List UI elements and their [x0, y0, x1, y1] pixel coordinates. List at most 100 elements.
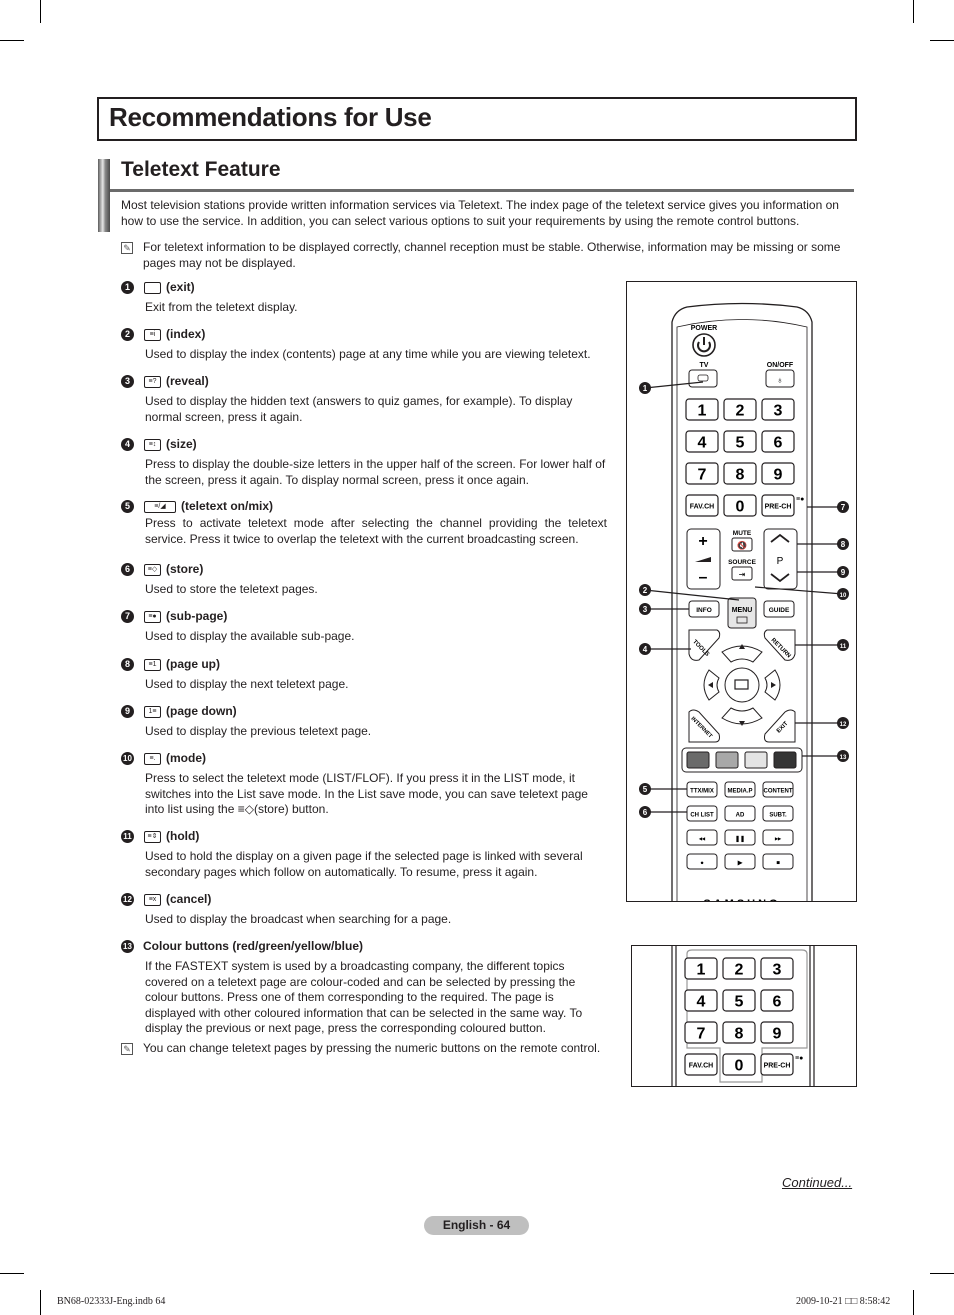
sub-page-icon: ≡●	[795, 1055, 803, 1062]
feature-label: (size)	[166, 437, 197, 451]
info-label: INFO	[696, 607, 712, 614]
digit-label: 1	[697, 962, 706, 979]
volume-up-icon: +	[698, 533, 707, 550]
feature-label: (page up)	[166, 657, 220, 671]
crop-mark	[913, 1290, 914, 1315]
media-p-label: MEDIA.P	[727, 789, 752, 795]
fav-ch-label: FAV.CH	[690, 504, 715, 511]
page-number-badge: English - 64	[424, 1216, 529, 1235]
brand-logo: SAMSUNG	[703, 898, 780, 901]
channel-p-label: P	[777, 556, 784, 567]
ch-list-label: CH LIST	[690, 813, 714, 819]
callout-number: 13	[840, 755, 847, 761]
feature-description: Press to activate teletext mode after se…	[145, 516, 607, 546]
imprint-file: BN68-02333J-Eng.indb 64	[57, 1296, 166, 1307]
number-keypad-detail: 1 2 3 4 5 6 7 8 9 FAV.CH 0 PRE-CH ≡●	[684, 957, 803, 1076]
continued-label: Continued...	[782, 1175, 853, 1190]
digit-label: 2	[735, 962, 744, 979]
mute-label: MUTE	[733, 530, 752, 537]
source-label: SOURCE	[728, 559, 756, 566]
feature-description: Used to hold the display on a given page…	[145, 849, 583, 879]
fast-forward-label: ▸▸	[774, 837, 782, 843]
digit-label: 1	[698, 403, 707, 420]
store-icon: ≡◇	[144, 563, 161, 576]
note-icon: ✎	[121, 1043, 133, 1055]
hold-icon: ≡⇕	[144, 830, 161, 843]
feature-label: Colour buttons (red/green/yellow/blue)	[143, 939, 364, 953]
callout-number: 9	[121, 705, 134, 718]
crop-mark	[930, 1273, 954, 1274]
digit-label: 3	[774, 403, 783, 420]
callout-number: 7	[121, 610, 134, 623]
digit-label: 9	[773, 1026, 782, 1043]
power-button[interactable]	[692, 333, 716, 357]
menu-label: MENU	[732, 607, 753, 614]
play-label: ▶	[737, 860, 743, 867]
digit-label: 4	[697, 994, 706, 1011]
callout-number: 3	[121, 375, 134, 388]
feature-description: Used to display the broadcast when searc…	[145, 912, 452, 926]
onoff-label: ON/OFF	[767, 362, 794, 369]
power-label: POWER	[691, 325, 717, 332]
feature-label: (mode)	[166, 751, 206, 765]
callout-number: 12	[121, 893, 134, 906]
stop-label: ■	[776, 861, 780, 867]
crop-mark	[40, 0, 41, 23]
feature-label: (page down)	[166, 704, 237, 718]
section-divider	[110, 189, 854, 192]
callout-number: 2	[643, 586, 648, 595]
feature-label: (store)	[166, 562, 204, 576]
callout-number: 8	[841, 540, 846, 549]
crop-mark	[913, 0, 914, 23]
teletext-mix-icon: ≡/◢	[144, 500, 176, 513]
sub-page-icon: ≡●	[144, 610, 161, 623]
colour-button-3[interactable]	[744, 751, 768, 769]
feature-label: (reveal)	[166, 374, 209, 388]
fav-ch-label: FAV.CH	[689, 1063, 714, 1070]
navigation-pad[interactable]	[703, 645, 781, 725]
feature-label: (hold)	[166, 829, 200, 843]
callout-line	[754, 586, 844, 595]
crop-mark	[40, 1290, 41, 1315]
note-icon: ✎	[121, 242, 133, 254]
digit-label: 6	[773, 994, 782, 1011]
tv-button[interactable]	[688, 369, 718, 388]
colour-button-4[interactable]	[773, 751, 797, 769]
feature-description: Used to display the previous teletext pa…	[145, 724, 372, 738]
digit-label: 4	[698, 435, 707, 452]
digit-label: 6	[774, 435, 783, 452]
page-down-icon: 1≡	[144, 705, 161, 718]
callout-number: 3	[643, 605, 648, 614]
feature-description: Used to display the index (contents) pag…	[145, 347, 591, 361]
cancel-icon: ≡x	[144, 893, 161, 906]
keypad-detail-figure: 1 2 3 4 5 6 7 8 9 FAV.CH 0 PRE-CH ≡●	[631, 945, 857, 1087]
page-up-icon: ≡1	[144, 658, 161, 671]
feature-label: (cancel)	[166, 892, 212, 906]
feature-description: Used to display the next teletext page.	[145, 677, 349, 691]
digit-label: 8	[736, 467, 745, 484]
page-title: Recommendations for Use	[109, 102, 432, 132]
enter-button	[724, 667, 760, 703]
digit-label: 2	[736, 403, 745, 420]
digit-label: 5	[735, 994, 744, 1011]
ttx-mix-label: TTX/MIX	[690, 789, 714, 795]
feature-description: Press to select the teletext mode (LIST/…	[145, 771, 588, 816]
colour-button-1[interactable]	[686, 751, 710, 769]
callout-number: 8	[121, 658, 134, 671]
function-buttons: TTX/MIX MEDIA.P CONTENT CH LIST AD SUBT. ◂◂ ❚❚ ▸…	[686, 781, 794, 870]
subt-label: SUBT.	[769, 813, 787, 819]
callout-number: 10	[121, 752, 134, 765]
record-label: ●	[700, 861, 704, 867]
imprint-timestamp: 2009-10-21 □□ 8:58:42	[796, 1296, 891, 1307]
remote-control-figure: POWER TV ON/OFF ♁ 1 2 3 4 5 6 7 8 9 FAV.CH 0 PRE-CH…	[626, 281, 857, 902]
digit-label: 7	[698, 467, 707, 484]
feature-description: If the FASTEXT system is used by a broad…	[145, 959, 583, 1035]
keypad-detail-illustration: 1 2 3 4 5 6 7 8 9 FAV.CH 0 PRE-CH ≡●	[671, 946, 815, 1086]
crop-mark	[930, 40, 954, 41]
digit-label: 8	[735, 1026, 744, 1043]
page-title-box: Recommendations for Use	[97, 97, 857, 141]
colour-button-2[interactable]	[715, 751, 739, 769]
exit-icon	[144, 281, 161, 294]
crop-mark	[0, 1273, 24, 1274]
callout-number: 5	[121, 500, 134, 513]
